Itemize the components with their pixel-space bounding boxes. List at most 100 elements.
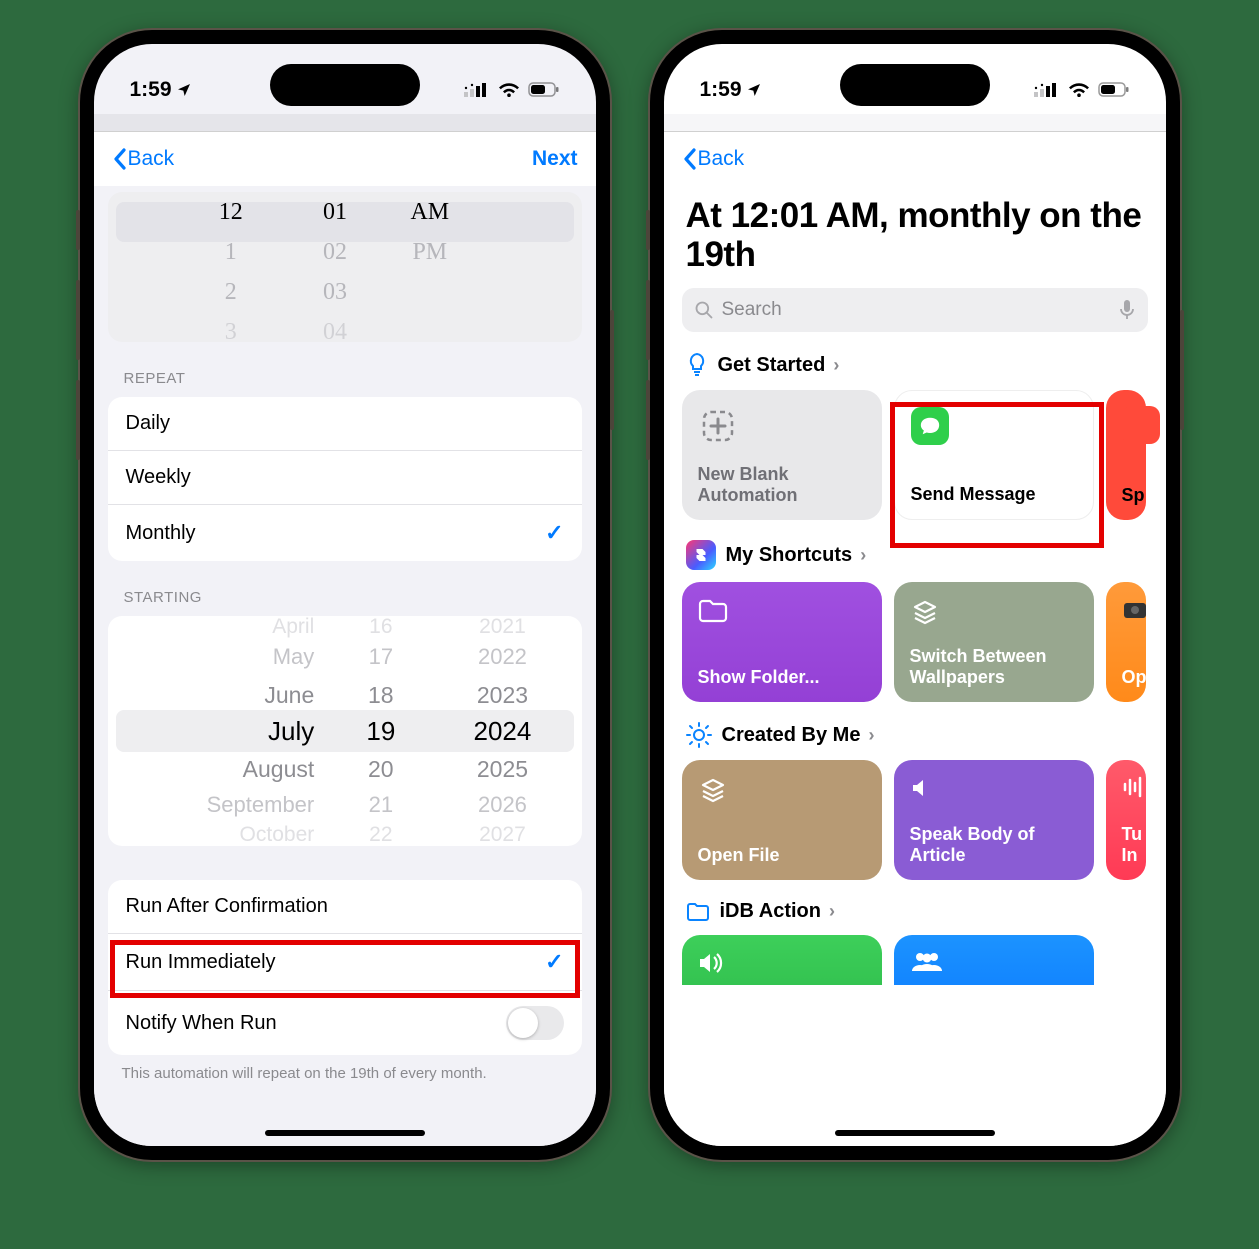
status-time: 1:59 xyxy=(700,78,742,102)
date-picker[interactable]: April162021 May172022 June182023 July192… xyxy=(108,616,582,846)
screen-right: 1:59 Back At 12:01 AM, monthl xyxy=(664,44,1166,1146)
category-label: My Shortcuts xyxy=(726,544,853,567)
card-switch-wallpapers[interactable]: Switch Between Wallpapers xyxy=(894,582,1094,702)
phone-right: 1:59 Back At 12:01 AM, monthl xyxy=(650,30,1180,1160)
chevron-left-icon xyxy=(112,148,126,170)
card-send-message[interactable]: Send Message xyxy=(894,390,1094,520)
sheet-handle xyxy=(664,114,1166,132)
battery-icon xyxy=(1098,82,1130,98)
picker-year: 2024 xyxy=(423,716,581,747)
side-button xyxy=(76,280,80,360)
phone-left: 1:59 Back Next xyxy=(80,30,610,1160)
back-label: Back xyxy=(698,147,745,171)
side-button xyxy=(646,210,650,250)
card-partial[interactable] xyxy=(894,935,1094,985)
side-button xyxy=(76,210,80,250)
card-partial[interactable]: Op xyxy=(1106,582,1146,702)
speaker-loud-icon xyxy=(698,951,726,975)
back-button[interactable]: Back xyxy=(682,147,745,171)
card-partial[interactable]: Sp xyxy=(1106,390,1146,520)
footer-text: This automation will repeat on the 19th … xyxy=(94,1055,596,1092)
search-placeholder: Search xyxy=(722,299,782,321)
repeat-weekly[interactable]: Weekly xyxy=(108,451,582,505)
chevron-left-icon xyxy=(682,148,696,170)
card-partial[interactable] xyxy=(682,935,882,985)
checkmark-icon: ✓ xyxy=(545,949,563,975)
side-button xyxy=(76,380,80,460)
home-indicator[interactable] xyxy=(835,1130,995,1136)
status-time: 1:59 xyxy=(130,78,172,102)
back-label: Back xyxy=(128,147,175,171)
repeat-daily[interactable]: Daily xyxy=(108,397,582,451)
repeat-header: REPEAT xyxy=(94,342,596,397)
nav-bar: Back xyxy=(664,132,1166,186)
shortcuts-icon xyxy=(686,540,716,570)
content-right: At 12:01 AM, monthly on the 19th Search … xyxy=(664,186,1166,1146)
picker-hour: 12 xyxy=(193,192,269,232)
card-partial[interactable]: Tu In xyxy=(1106,760,1146,880)
category-created-by-me[interactable]: Created By Me › xyxy=(664,702,1166,760)
picker-minute: 01 xyxy=(297,192,373,232)
messages-icon xyxy=(911,407,949,445)
notify-toggle[interactable] xyxy=(506,1006,564,1040)
microphone-icon[interactable] xyxy=(1118,299,1136,321)
people-icon xyxy=(910,951,944,973)
card-speak-body[interactable]: Speak Body of Article xyxy=(894,760,1094,880)
repeat-list: Daily Weekly Monthly ✓ xyxy=(108,397,582,561)
camera-icon xyxy=(1122,598,1148,620)
wifi-icon xyxy=(498,82,520,98)
back-button[interactable]: Back xyxy=(112,147,175,171)
sun-icon xyxy=(686,722,712,748)
card-open-file[interactable]: Open File xyxy=(682,760,882,880)
chevron-right-icon: › xyxy=(829,901,835,922)
side-button xyxy=(646,380,650,460)
category-label: Created By Me xyxy=(722,724,861,747)
nav-bar: Back Next xyxy=(94,132,596,186)
cellular-icon xyxy=(464,82,490,98)
page-title: At 12:01 AM, monthly on the 19th xyxy=(664,186,1166,288)
category-label: iDB Action xyxy=(720,900,821,923)
side-button xyxy=(646,280,650,360)
category-idb-action[interactable]: iDB Action › xyxy=(664,880,1166,935)
time-picker[interactable]: 12 1 2 3 01 02 03 04 AM PM xyxy=(108,192,582,342)
notify-when-run[interactable]: Notify When Run xyxy=(108,991,582,1055)
picker-day: 19 xyxy=(338,716,423,747)
get-started-cards: New Blank Automation Send Message Sp xyxy=(664,390,1166,520)
starting-header: STARTING xyxy=(94,561,596,616)
picker-ampm: AM xyxy=(382,192,477,232)
picker-month: July xyxy=(108,716,339,747)
folder-icon xyxy=(698,598,728,624)
run-options: Run After Confirmation Run Immediately ✓… xyxy=(108,880,582,1055)
next-button[interactable]: Next xyxy=(532,147,578,171)
run-after-confirmation[interactable]: Run After Confirmation xyxy=(108,880,582,934)
category-label: Get Started xyxy=(718,354,826,377)
waveform-icon xyxy=(1122,776,1144,798)
card-new-blank-automation[interactable]: New Blank Automation xyxy=(682,390,882,520)
repeat-monthly[interactable]: Monthly ✓ xyxy=(108,505,582,561)
cellular-icon xyxy=(1034,82,1060,98)
card-show-folder[interactable]: Show Folder... xyxy=(682,582,882,702)
side-button xyxy=(1180,310,1184,430)
home-indicator[interactable] xyxy=(265,1130,425,1136)
stack-icon xyxy=(910,598,940,628)
location-arrow-icon xyxy=(176,82,192,98)
run-immediately[interactable]: Run Immediately ✓ xyxy=(108,934,582,991)
battery-icon xyxy=(528,82,560,98)
content-left: 12 1 2 3 01 02 03 04 AM PM REPEAT xyxy=(94,186,596,1146)
category-my-shortcuts[interactable]: My Shortcuts › xyxy=(664,520,1166,582)
checkmark-icon: ✓ xyxy=(545,520,563,546)
chevron-right-icon: › xyxy=(833,355,839,376)
search-icon xyxy=(694,300,714,320)
search-input[interactable]: Search xyxy=(682,288,1148,332)
category-get-started[interactable]: Get Started › xyxy=(664,332,1166,390)
screen-left: 1:59 Back Next xyxy=(94,44,596,1146)
sheet-handle xyxy=(94,114,596,132)
side-button xyxy=(610,310,614,430)
dynamic-island xyxy=(270,64,420,106)
location-arrow-icon xyxy=(746,82,762,98)
idb-action-cards xyxy=(664,935,1166,985)
chevron-right-icon: › xyxy=(860,545,866,566)
chevron-right-icon: › xyxy=(868,725,874,746)
app-icon xyxy=(1122,406,1160,444)
my-shortcuts-cards: Show Folder... Switch Between Wallpapers… xyxy=(664,582,1166,702)
